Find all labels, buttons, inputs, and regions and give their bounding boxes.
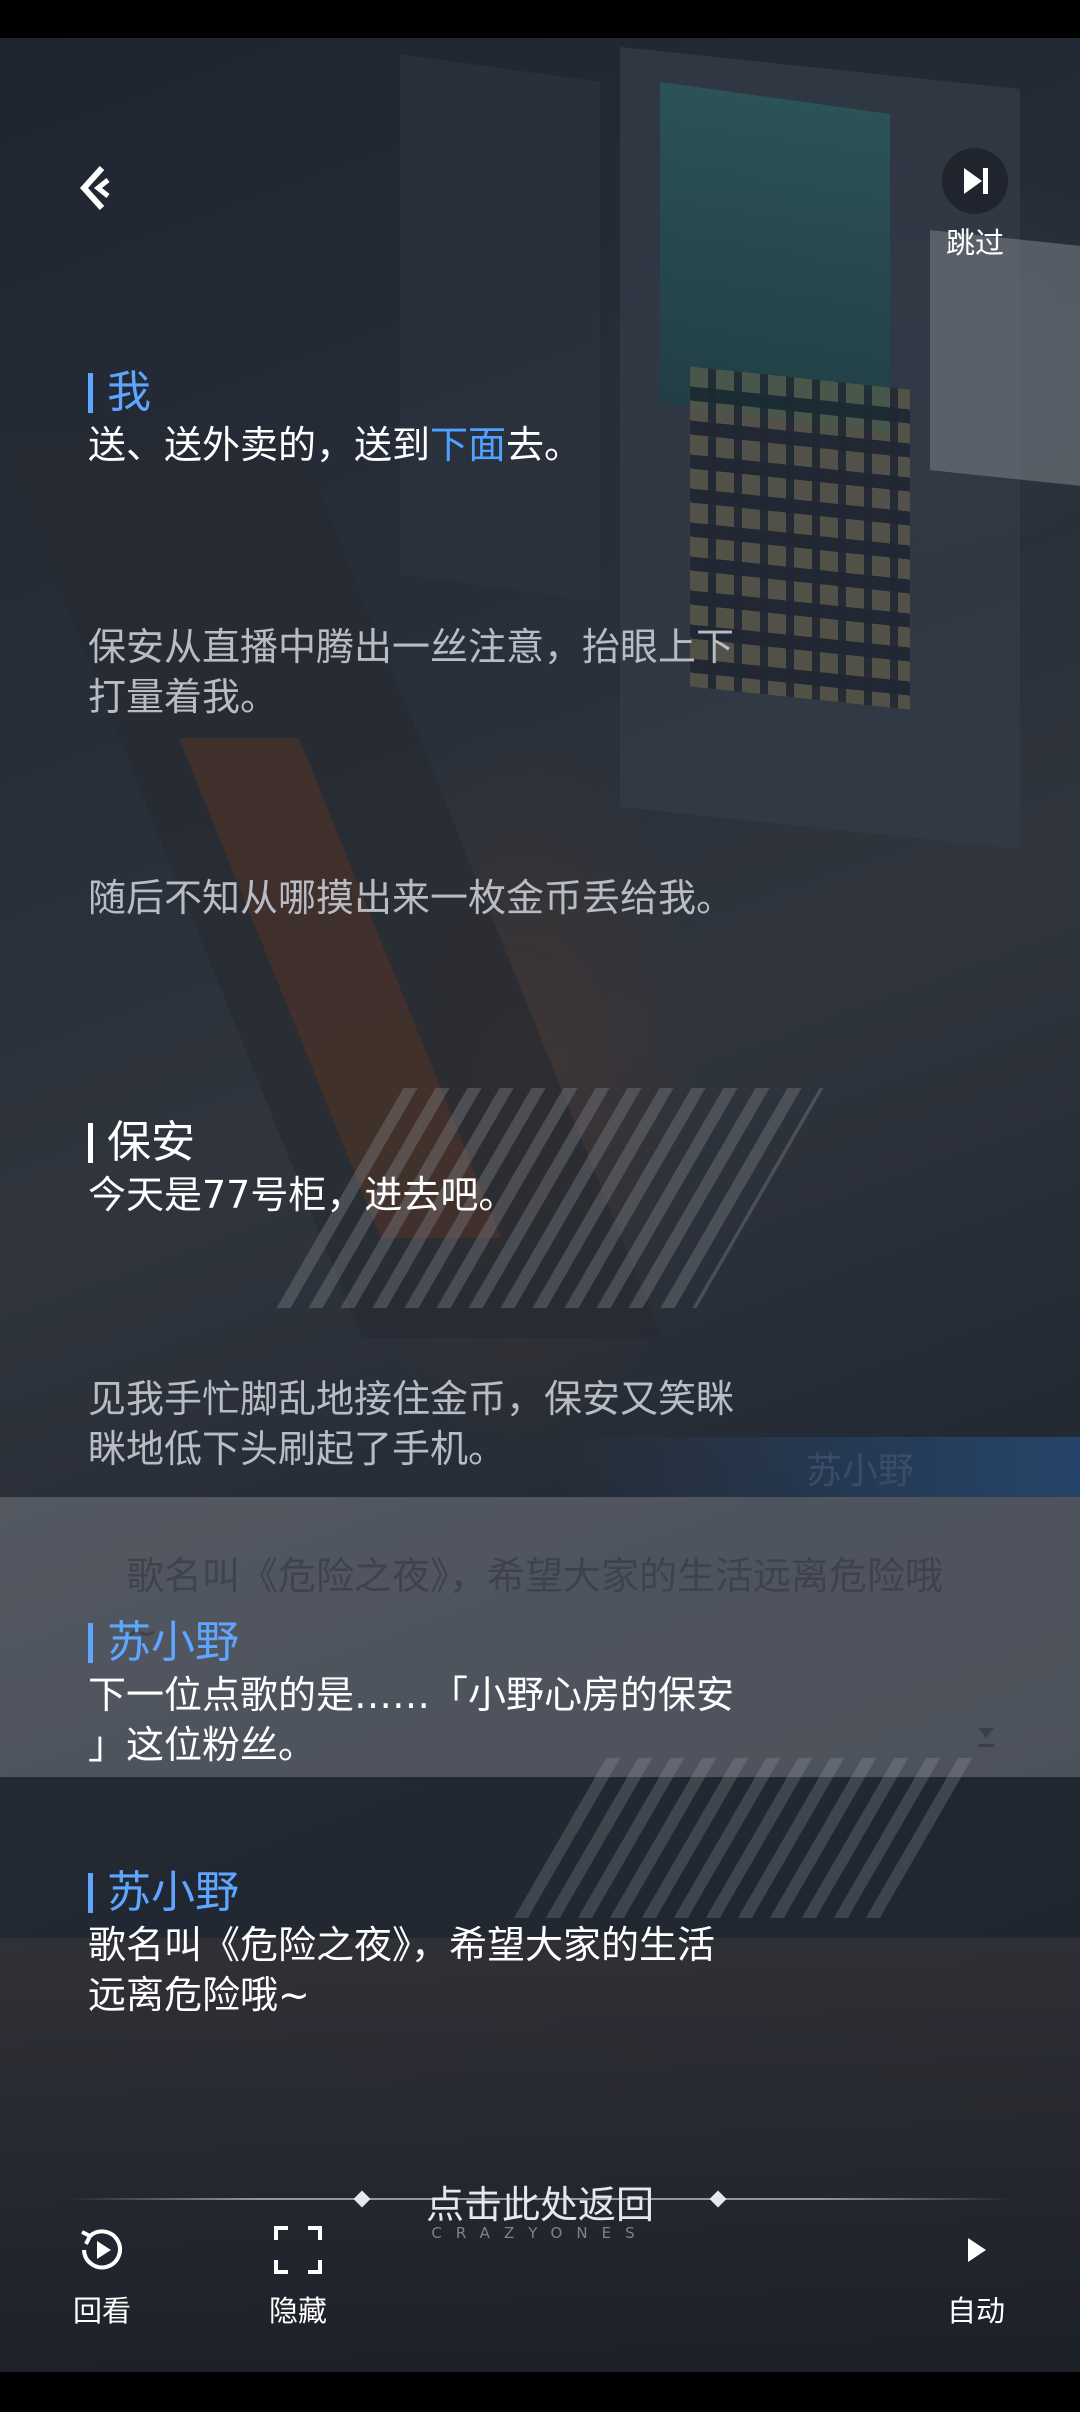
speaker-name: 苏小野 (88, 1866, 868, 1920)
skip-label: 跳过 (945, 226, 1004, 260)
hide-label: 隐藏 (268, 2294, 327, 2328)
dialogue-text: 今天是77号柜，进去吧。 (88, 1173, 517, 1217)
auto-play-icon (968, 2238, 986, 2262)
highlighted-keyword[interactable]: 下面 (430, 423, 506, 467)
log-entry: 随后不知从哪摸出来一枚金币丢给我。 (88, 873, 868, 923)
log-entry: 见我手忙脚乱地接住金币，保安又笑眯 眯地低下头刷起了手机。 (88, 1374, 868, 1474)
speaker-name: 苏小野 (88, 1616, 868, 1670)
dialogue-text: 下一位点歌的是……「小野心房的保安 (88, 1673, 735, 1717)
dialogue-text: 远离危险哦~ (88, 1973, 310, 2017)
replay-icon (81, 2229, 122, 2270)
continue-arrow-icon (978, 1728, 994, 1747)
auto-label: 自动 (946, 2294, 1005, 2328)
log-entry: 保安从直播中腾出一丝注意，抬眼上下 打量着我。 (88, 622, 868, 722)
replay-label: 回看 (72, 2294, 131, 2328)
status-bar (0, 0, 1080, 38)
narration-text: 保安从直播中腾出一丝注意，抬眼上下 (88, 625, 735, 669)
replay-button[interactable]: 回看 (42, 2222, 162, 2330)
log-entry: 苏小野 下一位点歌的是……「小野心房的保安 」这位粉丝。 (88, 1616, 868, 1770)
speaker-name: 我 (88, 366, 868, 420)
narration-text: 随后不知从哪摸出来一枚金币丢给我。 (88, 876, 735, 920)
log-entry: 我 送、送外卖的，送到下面去。 (88, 366, 868, 470)
dialogue-text: 歌名叫《危险之夜》，希望大家的生活 (88, 1923, 716, 1967)
skip-button[interactable]: 跳过 (940, 148, 1010, 262)
log-entry: 苏小野 歌名叫《危险之夜》，希望大家的生活 远离危险哦~ (88, 1866, 868, 2020)
hide-button[interactable]: 隐藏 (238, 2222, 358, 2330)
speaker-name: 保安 (88, 1116, 868, 1170)
auto-button[interactable]: 自动 (916, 2222, 1036, 2330)
hide-icon (274, 2226, 322, 2274)
back-icon[interactable] (72, 160, 128, 216)
narration-text: 眯地低下头刷起了手机。 (88, 1427, 507, 1471)
dialogue-text: 送、送外卖的，送到下面去。 (88, 423, 583, 467)
return-button[interactable]: 点击此处返回 (0, 2174, 1080, 2229)
narration-text: 见我手忙脚乱地接住金币，保安又笑眯 (88, 1377, 735, 1421)
navigation-bar (0, 2372, 1080, 2412)
log-entry: 保安 今天是77号柜，进去吧。 (88, 1116, 868, 1220)
dialogue-text: 」这位粉丝。 (88, 1723, 317, 1767)
skip-icon (942, 148, 1008, 214)
narration-text: 打量着我。 (88, 675, 279, 719)
